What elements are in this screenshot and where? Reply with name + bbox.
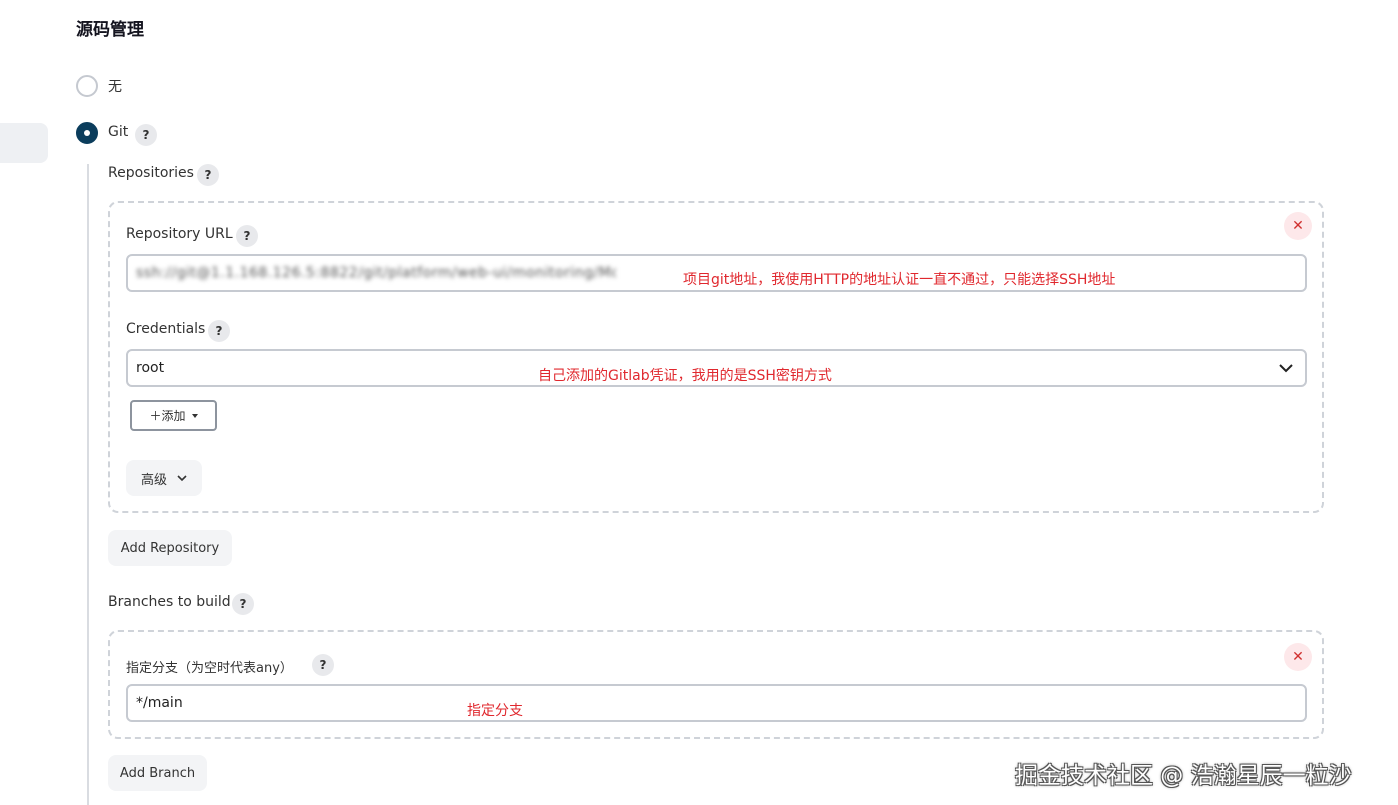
branch-card: ✕ 指定分支（为空时代表any） ? */main 指定分支 [108, 630, 1324, 739]
credentials-help-icon[interactable]: ? [208, 320, 230, 342]
branch-specifier-help-icon[interactable]: ? [312, 654, 334, 676]
advanced-button[interactable]: 高级 [126, 460, 202, 496]
repositories-help-icon[interactable]: ? [197, 164, 219, 186]
add-branch-button[interactable]: Add Branch [108, 755, 207, 791]
delete-branch-close-icon[interactable]: ✕ [1284, 643, 1312, 671]
add-credentials-label: ＋添加 [149, 409, 186, 423]
watermark-text: 掘金技术社区 @ 浩瀚星辰一粒沙 [1015, 763, 1352, 789]
add-credentials-button[interactable]: ＋添加 [130, 400, 217, 431]
git-help-icon[interactable]: ? [135, 124, 157, 146]
repositories-label: Repositories [108, 165, 194, 181]
repository-url-help-icon[interactable]: ? [236, 225, 258, 247]
add-repository-button[interactable]: Add Repository [108, 530, 232, 566]
radio-none[interactable] [76, 75, 98, 97]
section-indent-line [87, 164, 89, 805]
credentials-label: Credentials [126, 321, 206, 337]
branches-help-icon[interactable]: ? [232, 593, 254, 615]
branch-specifier-input[interactable]: */main [126, 684, 1307, 722]
repository-url-label: Repository URL [126, 226, 233, 242]
chevron-down-icon [1279, 364, 1293, 373]
repository-url-value: ssh://git@1.1.168.126.5:8822/git/platfor… [136, 265, 616, 281]
repository-url-annotation: 项目git地址，我使用HTTP的地址认证一直不通过，只能选择SSH地址 [683, 272, 1116, 288]
radio-git[interactable] [76, 122, 98, 144]
delete-repository-close-icon[interactable]: ✕ [1284, 212, 1312, 240]
credentials-selected-value: root [136, 360, 165, 376]
branch-specifier-label: 指定分支（为空时代表any） [126, 661, 293, 676]
branch-specifier-annotation: 指定分支 [467, 703, 523, 719]
chevron-down-icon [177, 474, 187, 481]
section-title: 源码管理 [76, 20, 144, 40]
radio-git-label: Git [108, 124, 129, 140]
advanced-label: 高级 [140, 472, 167, 488]
branches-label: Branches to build [108, 594, 231, 610]
sidebar-highlight [0, 123, 48, 163]
caret-down-icon [191, 413, 198, 418]
repository-card: ✕ Repository URL ? ssh://git@1.1.168.126… [108, 201, 1324, 513]
credentials-annotation: 自己添加的Gitlab凭证，我用的是SSH密钥方式 [538, 368, 832, 384]
branch-specifier-value: */main [136, 695, 183, 711]
radio-none-label: 无 [108, 79, 122, 95]
